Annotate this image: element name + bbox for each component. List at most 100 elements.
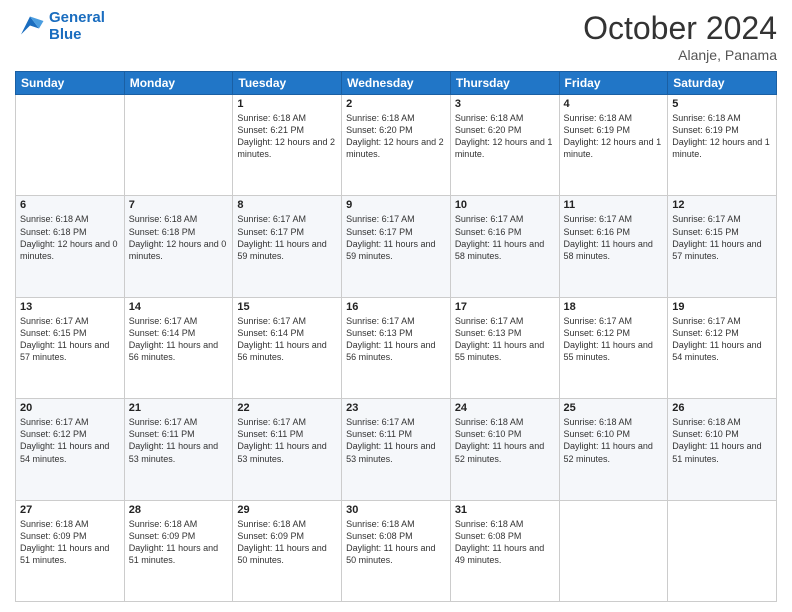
calendar-cell: 26Sunrise: 6:18 AMSunset: 6:10 PMDayligh… <box>668 399 777 500</box>
day-info: Sunrise: 6:17 AMSunset: 6:15 PMDaylight:… <box>672 213 772 262</box>
day-number: 13 <box>20 301 120 313</box>
day-info: Sunrise: 6:18 AMSunset: 6:19 PMDaylight:… <box>564 112 664 161</box>
calendar-cell: 14 Sunrise: 6:17 AMSunset: 6:14 PMDayligh… <box>124 297 233 398</box>
day-number: 3 <box>455 98 555 110</box>
day-info: Sunrise: 6:18 AMSunset: 6:20 PMDaylight:… <box>455 112 555 161</box>
calendar-cell: 25 Sunrise: 6:18 AMSunset: 6:10 PMDayligh… <box>559 399 668 500</box>
day-info: Sunrise: 6:18 AMSunset: 6:10 PMDaylight:… <box>564 416 664 465</box>
day-number: 5 <box>672 98 772 110</box>
calendar-cell <box>668 500 777 601</box>
calendar-cell: 10Sunrise: 6:17 AMSunset: 6:16 PMDayligh… <box>450 196 559 297</box>
logo-text: General Blue <box>49 10 105 43</box>
day-number: 8 <box>237 199 337 211</box>
weekday-header: Wednesday <box>342 72 451 95</box>
calendar-cell: 6 Sunrise: 6:18 AMSunset: 6:18 PMDaylight… <box>16 196 125 297</box>
day-info: Sunrise: 6:17 AMSunset: 6:12 PMDaylight:… <box>564 315 664 364</box>
day-info: Sunrise: 6:17 AMSunset: 6:11 PMDaylight:… <box>237 416 337 465</box>
day-info: Sunrise: 6:17 AMSunset: 6:14 PMDaylight:… <box>237 315 337 364</box>
title-block: October 2024 Alanje, Panama <box>583 10 777 63</box>
day-number: 9 <box>346 199 446 211</box>
day-number: 10 <box>455 199 555 211</box>
day-number: 22 <box>237 402 337 414</box>
day-number: 12 <box>672 199 772 211</box>
calendar-week-row: 6 Sunrise: 6:18 AMSunset: 6:18 PMDaylight… <box>16 196 777 297</box>
calendar-cell: 16 Sunrise: 6:17 AMSunset: 6:13 PMDayligh… <box>342 297 451 398</box>
calendar-cell: 31Sunrise: 6:18 AMSunset: 6:08 PMDayligh… <box>450 500 559 601</box>
day-number: 25 <box>564 402 664 414</box>
weekday-header: Tuesday <box>233 72 342 95</box>
calendar-cell: 30 Sunrise: 6:18 AMSunset: 6:08 PMDayligh… <box>342 500 451 601</box>
day-info: Sunrise: 6:18 AMSunset: 6:09 PMDaylight:… <box>20 518 120 567</box>
calendar-cell: 23 Sunrise: 6:17 AMSunset: 6:11 PMDayligh… <box>342 399 451 500</box>
day-info: Sunrise: 6:18 AMSunset: 6:08 PMDaylight:… <box>346 518 446 567</box>
calendar-cell: 24Sunrise: 6:18 AMSunset: 6:10 PMDayligh… <box>450 399 559 500</box>
day-number: 31 <box>455 504 555 516</box>
calendar-cell: 3 Sunrise: 6:18 AMSunset: 6:20 PMDaylight… <box>450 95 559 196</box>
calendar-table: SundayMondayTuesdayWednesdayThursdayFrid… <box>15 71 777 602</box>
day-info: Sunrise: 6:17 AMSunset: 6:11 PMDaylight:… <box>346 416 446 465</box>
header-row: SundayMondayTuesdayWednesdayThursdayFrid… <box>16 72 777 95</box>
day-info: Sunrise: 6:18 AMSunset: 6:20 PMDaylight:… <box>346 112 446 161</box>
day-number: 30 <box>346 504 446 516</box>
calendar-cell: 18 Sunrise: 6:17 AMSunset: 6:12 PMDayligh… <box>559 297 668 398</box>
calendar-cell: 19Sunrise: 6:17 AMSunset: 6:12 PMDayligh… <box>668 297 777 398</box>
location: Alanje, Panama <box>583 47 777 63</box>
day-number: 21 <box>129 402 229 414</box>
day-info: Sunrise: 6:18 AMSunset: 6:09 PMDaylight:… <box>129 518 229 567</box>
calendar-cell: 22 Sunrise: 6:17 AMSunset: 6:11 PMDayligh… <box>233 399 342 500</box>
day-number: 11 <box>564 199 664 211</box>
calendar-cell: 5 Sunrise: 6:18 AMSunset: 6:19 PMDaylight… <box>668 95 777 196</box>
day-number: 20 <box>20 402 120 414</box>
day-number: 18 <box>564 301 664 313</box>
day-number: 15 <box>237 301 337 313</box>
day-number: 23 <box>346 402 446 414</box>
month-title: October 2024 <box>583 10 777 47</box>
day-info: Sunrise: 6:17 AMSunset: 6:17 PMDaylight:… <box>237 213 337 262</box>
calendar-week-row: 1 Sunrise: 6:18 AMSunset: 6:21 PMDaylight… <box>16 95 777 196</box>
calendar-week-row: 27 Sunrise: 6:18 AMSunset: 6:09 PMDayligh… <box>16 500 777 601</box>
day-number: 27 <box>20 504 120 516</box>
calendar-cell: 21Sunrise: 6:17 AMSunset: 6:11 PMDayligh… <box>124 399 233 500</box>
calendar-cell: 11 Sunrise: 6:17 AMSunset: 6:16 PMDayligh… <box>559 196 668 297</box>
weekday-header: Sunday <box>16 72 125 95</box>
day-number: 24 <box>455 402 555 414</box>
day-info: Sunrise: 6:17 AMSunset: 6:12 PMDaylight:… <box>20 416 120 465</box>
calendar-cell <box>124 95 233 196</box>
day-info: Sunrise: 6:17 AMSunset: 6:14 PMDaylight:… <box>129 315 229 364</box>
day-number: 14 <box>129 301 229 313</box>
calendar-cell: 12 Sunrise: 6:17 AMSunset: 6:15 PMDayligh… <box>668 196 777 297</box>
calendar-cell <box>559 500 668 601</box>
day-info: Sunrise: 6:17 AMSunset: 6:13 PMDaylight:… <box>346 315 446 364</box>
calendar-cell: 1 Sunrise: 6:18 AMSunset: 6:21 PMDaylight… <box>233 95 342 196</box>
weekday-header: Monday <box>124 72 233 95</box>
calendar-cell: 2 Sunrise: 6:18 AMSunset: 6:20 PMDaylight… <box>342 95 451 196</box>
day-info: Sunrise: 6:17 AMSunset: 6:15 PMDaylight:… <box>20 315 120 364</box>
day-info: Sunrise: 6:18 AMSunset: 6:19 PMDaylight:… <box>672 112 772 161</box>
day-info: Sunrise: 6:17 AMSunset: 6:12 PMDaylight:… <box>672 315 772 364</box>
day-info: Sunrise: 6:18 AMSunset: 6:09 PMDaylight:… <box>237 518 337 567</box>
calendar-cell: 4 Sunrise: 6:18 AMSunset: 6:19 PMDaylight… <box>559 95 668 196</box>
day-info: Sunrise: 6:18 AMSunset: 6:10 PMDaylight:… <box>672 416 772 465</box>
header: General Blue October 2024 Alanje, Panama <box>15 10 777 63</box>
day-number: 28 <box>129 504 229 516</box>
weekday-header: Friday <box>559 72 668 95</box>
calendar-cell <box>16 95 125 196</box>
calendar-cell: 7Sunrise: 6:18 AMSunset: 6:18 PMDaylight… <box>124 196 233 297</box>
day-number: 17 <box>455 301 555 313</box>
day-number: 16 <box>346 301 446 313</box>
calendar-cell: 27 Sunrise: 6:18 AMSunset: 6:09 PMDayligh… <box>16 500 125 601</box>
day-info: Sunrise: 6:17 AMSunset: 6:17 PMDaylight:… <box>346 213 446 262</box>
weekday-header: Thursday <box>450 72 559 95</box>
day-number: 4 <box>564 98 664 110</box>
day-info: Sunrise: 6:18 AMSunset: 6:18 PMDaylight:… <box>20 213 120 262</box>
calendar-cell: 20 Sunrise: 6:17 AMSunset: 6:12 PMDayligh… <box>16 399 125 500</box>
day-number: 1 <box>237 98 337 110</box>
calendar-cell: 13 Sunrise: 6:17 AMSunset: 6:15 PMDayligh… <box>16 297 125 398</box>
calendar-cell: 29Sunrise: 6:18 AMSunset: 6:09 PMDayligh… <box>233 500 342 601</box>
day-number: 2 <box>346 98 446 110</box>
day-info: Sunrise: 6:18 AMSunset: 6:18 PMDaylight:… <box>129 213 229 262</box>
day-info: Sunrise: 6:17 AMSunset: 6:16 PMDaylight:… <box>564 213 664 262</box>
day-info: Sunrise: 6:18 AMSunset: 6:21 PMDaylight:… <box>237 112 337 161</box>
day-number: 6 <box>20 199 120 211</box>
weekday-header: Saturday <box>668 72 777 95</box>
